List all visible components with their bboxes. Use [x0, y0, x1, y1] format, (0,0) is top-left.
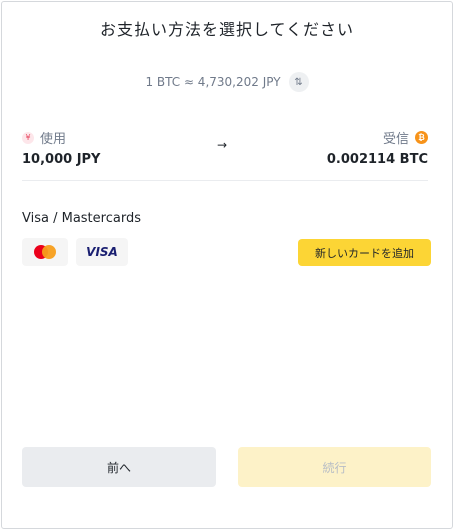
- pay-label-text: 使用: [40, 132, 67, 147]
- back-button[interactable]: 前へ: [22, 447, 216, 487]
- mastercard-logo: [22, 238, 68, 266]
- page-title: お支払い方法を選択してください: [99, 20, 355, 39]
- visa-logo-text: VISA: [86, 245, 118, 259]
- yen-icon: ¥: [22, 131, 34, 144]
- exchange-rate-text: 1 BTC ≈ 4,730,202 JPY: [145, 75, 281, 89]
- swap-vertical-icon[interactable]: ⇅: [288, 72, 309, 92]
- arrow-right-icon: →: [217, 138, 228, 152]
- exchange-rate: 1 BTC ≈ 4,730,202 JPY ⇅: [2, 72, 452, 92]
- receive-amount: 0.002114 BTC: [326, 152, 428, 167]
- divider: [22, 180, 428, 181]
- payment-method-dialog: お支払い方法を選択してください 1 BTC ≈ 4,730,202 JPY ⇅ …: [1, 1, 453, 529]
- pay-amount: 10,000 JPY: [22, 152, 101, 167]
- continue-button[interactable]: 続行: [238, 447, 431, 487]
- visa-logo: VISA: [76, 238, 128, 266]
- receive-label-text: 受信: [382, 132, 409, 147]
- card-section-title: Visa / Mastercards: [22, 211, 141, 226]
- receive-label: 受信 ₿: [383, 128, 428, 147]
- pay-label: ¥ 使用: [22, 128, 66, 147]
- add-new-card-button[interactable]: 新しいカードを追加: [298, 239, 431, 266]
- bitcoin-icon: ₿: [415, 131, 428, 144]
